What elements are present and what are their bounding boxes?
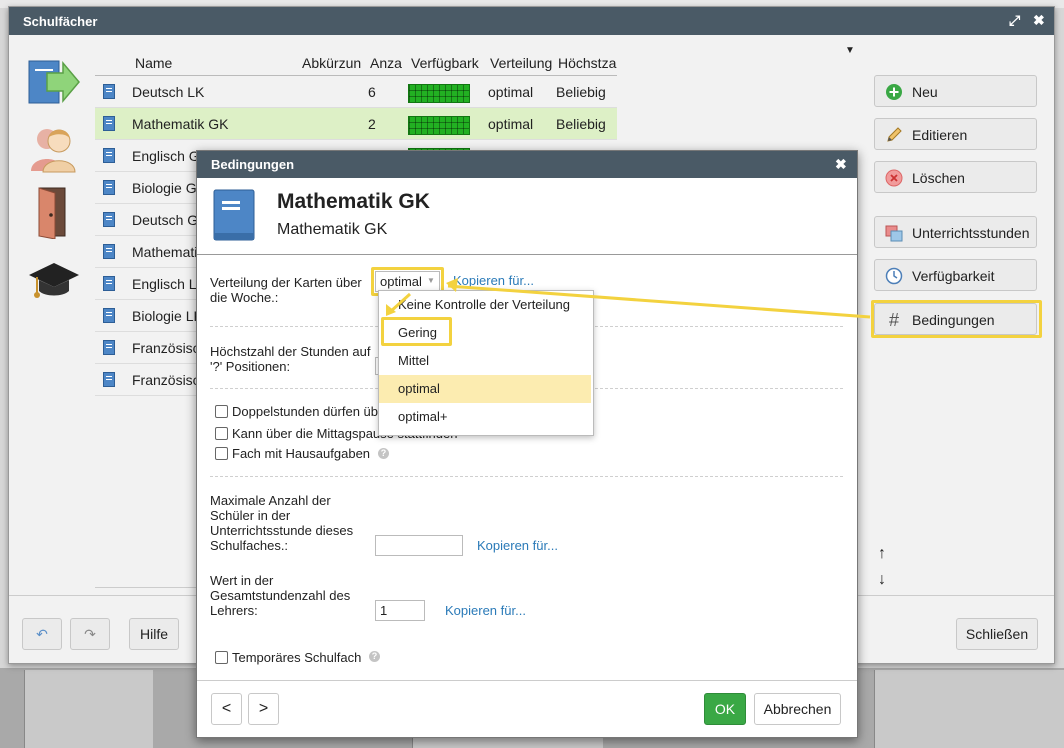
callout-arrows	[386, 278, 871, 319]
